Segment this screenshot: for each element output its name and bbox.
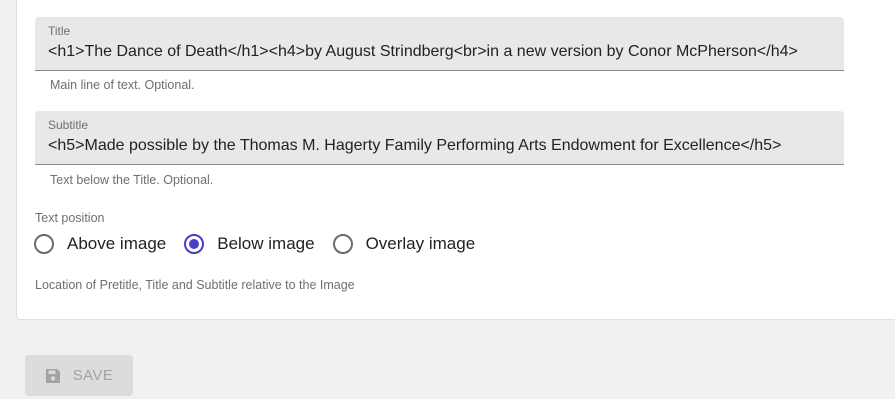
save-button-label: SAVE — [72, 367, 114, 384]
text-position-helper-text: Location of Pretitle, Title and Subtitle… — [35, 278, 355, 292]
title-field-label: Title — [48, 24, 71, 38]
radio-overlay-image-circle[interactable] — [332, 234, 353, 254]
floppy-disk-icon — [45, 368, 61, 384]
radio-overlay-image[interactable]: Overlay image — [332, 234, 476, 254]
radio-below-image[interactable]: Below image — [184, 234, 315, 254]
subtitle-helper-text: Text below the Title. Optional. — [50, 173, 214, 187]
radio-below-image-circle[interactable] — [184, 234, 205, 254]
radio-above-image[interactable]: Above image — [34, 234, 166, 254]
subtitle-field-label: Subtitle — [48, 118, 89, 132]
text-position-label: Text position — [35, 211, 105, 225]
text-position-radio-group: Above image Below image Overlay image — [34, 234, 493, 254]
title-helper-text: Main line of text. Optional. — [50, 78, 195, 92]
radio-above-image-label[interactable]: Above image — [67, 234, 166, 254]
radio-above-image-circle[interactable] — [34, 234, 54, 254]
radio-below-image-label[interactable]: Below image — [217, 234, 314, 254]
save-button[interactable]: SAVE — [25, 355, 133, 396]
subtitle-input[interactable] — [48, 137, 832, 155]
subtitle-field[interactable]: Subtitle — [35, 111, 844, 165]
title-field[interactable]: Title — [35, 17, 844, 71]
radio-overlay-image-label[interactable]: Overlay image — [366, 234, 476, 254]
title-input[interactable] — [48, 43, 832, 61]
